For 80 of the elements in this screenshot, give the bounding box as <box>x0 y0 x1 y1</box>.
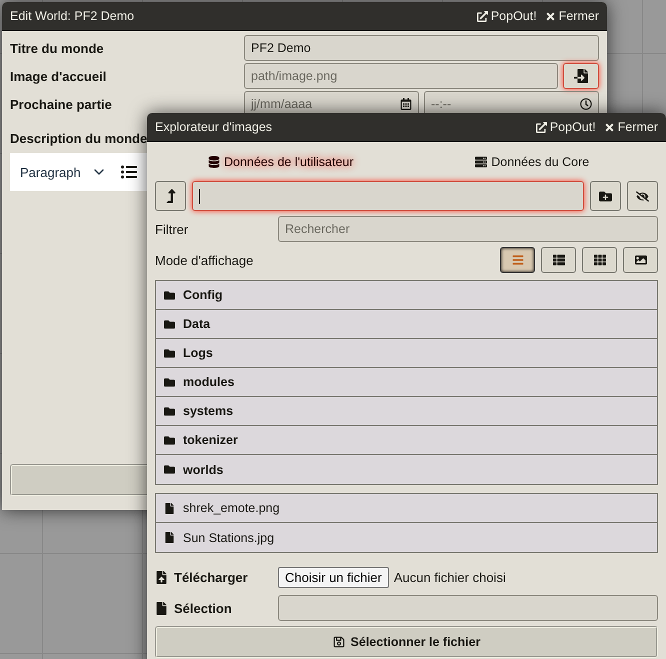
file-item[interactable]: Sun Stations.jpg <box>156 523 657 552</box>
view-mode-button[interactable] <box>541 247 576 273</box>
view-mode-button[interactable] <box>500 247 535 273</box>
view-mode-button[interactable] <box>623 247 658 273</box>
window-title: Explorateur d'images <box>155 120 274 134</box>
file-icon <box>155 602 168 614</box>
folder-item[interactable]: tokenizer <box>156 426 657 455</box>
text-cursor <box>199 188 200 204</box>
close-link[interactable]: Fermer <box>604 120 658 134</box>
folder-icon <box>164 464 175 475</box>
folder-name: Data <box>183 317 210 331</box>
field-label: Mode d'affichage <box>155 252 254 268</box>
field-label: Filtrer <box>155 222 190 236</box>
source-tab[interactable]: Données du Core <box>406 155 658 169</box>
folder-item[interactable]: Config <box>156 281 657 310</box>
folder-item[interactable]: Data <box>156 310 657 339</box>
external-link-icon <box>536 122 547 132</box>
external-link-icon <box>476 10 488 22</box>
close-icon <box>604 122 615 132</box>
folder-name: Config <box>183 288 223 302</box>
file-item[interactable]: shrek_emote.png <box>156 494 657 523</box>
save-icon <box>332 636 345 648</box>
choose-file-button[interactable]: Choisir un fichier <box>278 566 389 588</box>
source-tab[interactable]: Données de l'utilisateur <box>155 155 406 169</box>
bullet-list-icon[interactable] <box>120 164 137 180</box>
folder-plus-icon <box>599 190 612 202</box>
path-field[interactable]: path/image.png <box>244 63 558 89</box>
field-label: Titre du monde <box>10 40 105 56</box>
field-label: Prochaine partie <box>10 96 113 112</box>
window-title: Edit World: PF2 Demo <box>10 9 136 23</box>
upload-icon <box>155 570 168 584</box>
new-folder-button[interactable] <box>590 181 621 211</box>
folder-icon <box>164 376 175 388</box>
selection-field[interactable] <box>278 595 658 621</box>
folder-icon <box>164 434 175 446</box>
folder-icon <box>164 290 175 300</box>
image-icon <box>634 254 646 266</box>
list-icon <box>512 254 524 266</box>
close-icon <box>544 10 556 22</box>
file-icon <box>164 532 175 543</box>
field-label: Sélection <box>174 600 232 616</box>
server-icon <box>475 156 488 168</box>
file-picker-button[interactable] <box>563 63 599 89</box>
folder-icon <box>164 348 175 358</box>
hide-button[interactable] <box>627 181 658 211</box>
popout-link[interactable]: PopOut! <box>536 120 596 134</box>
grid-icon <box>594 254 606 266</box>
file-name: shrek_emote.png <box>183 501 280 515</box>
folder-name: worlds <box>183 462 224 476</box>
field-label: Télécharger <box>174 570 248 584</box>
level-up-arrow-icon <box>164 189 178 203</box>
folder-icon <box>164 318 175 330</box>
close-link[interactable]: Fermer <box>544 9 599 23</box>
folder-name: systems <box>183 404 234 418</box>
file-status: Aucun fichier choisi <box>394 570 506 584</box>
folder-item[interactable]: Logs <box>156 339 657 368</box>
details-list-icon <box>552 254 564 266</box>
folder-item[interactable]: worlds <box>156 455 657 484</box>
view-mode-button[interactable] <box>582 247 617 273</box>
file-name: Sun Stations.jpg <box>183 530 274 544</box>
folder-name: modules <box>183 375 234 389</box>
popout-link[interactable]: PopOut! <box>476 9 537 23</box>
up-button[interactable] <box>155 181 186 211</box>
eye-slash-icon <box>636 190 649 202</box>
clock-icon <box>580 98 592 110</box>
field-label: Description du monde <box>10 130 148 146</box>
text-field[interactable]: PF2 Demo <box>244 35 599 61</box>
field-label: Image d'accueil <box>10 68 108 84</box>
file-icon <box>164 502 175 514</box>
path-input[interactable] <box>192 181 584 211</box>
search-field[interactable]: Rechercher <box>278 216 658 242</box>
folder-item[interactable]: modules <box>156 368 657 397</box>
file-import-icon <box>574 69 588 83</box>
folder-icon <box>164 406 175 416</box>
folder-name: tokenizer <box>183 433 238 447</box>
folder-name: Logs <box>183 346 213 360</box>
folder-item[interactable]: systems <box>156 397 657 426</box>
format-dropdown[interactable]: Paragraph <box>20 164 107 180</box>
select-file-button[interactable]: Sélectionner le fichier <box>155 626 658 658</box>
calendar-icon <box>400 98 412 110</box>
